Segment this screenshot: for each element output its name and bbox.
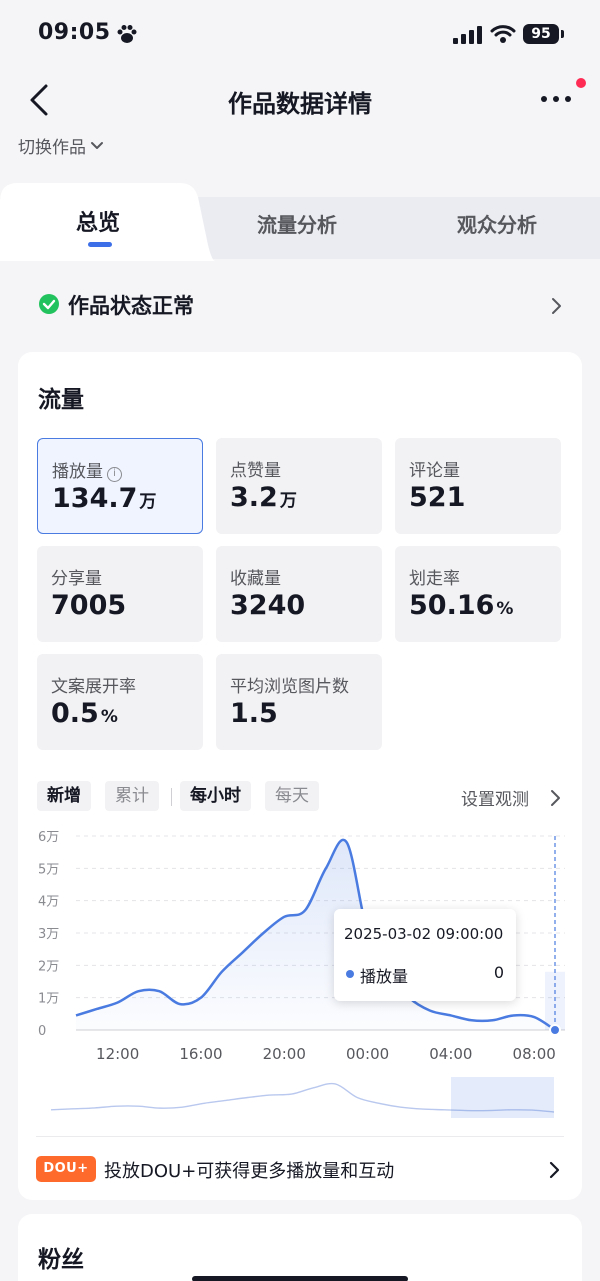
- y-tick-label: 0: [38, 1024, 46, 1039]
- nav-bar: 作品数据详情: [0, 66, 600, 132]
- y-tick-label: 6万: [38, 830, 59, 845]
- tab-overview[interactable]: 总览: [76, 205, 120, 237]
- more-icon[interactable]: [536, 84, 576, 114]
- tab-traffic-analysis[interactable]: 流量分析: [257, 209, 337, 238]
- tab-active-indicator: [88, 242, 112, 247]
- metric-value: 3240: [230, 590, 306, 621]
- signal-icon: [453, 26, 482, 44]
- metric-comments[interactable]: 评论量 521: [395, 438, 561, 534]
- x-tick-label: 00:00: [346, 1045, 389, 1063]
- divider: [36, 1136, 564, 1137]
- fans-card: 粉丝: [18, 1214, 582, 1281]
- metric-label: 点赞量: [230, 461, 281, 481]
- tooltip-value: 0: [493, 963, 504, 982]
- chevron-right-icon[interactable]: [548, 1161, 560, 1179]
- page-title: 作品数据详情: [228, 90, 372, 118]
- traffic-card: 流量 播放量 i 134.7 万 点赞量 3.2 万 评论量 521 分享量 7005…: [18, 352, 582, 1200]
- metric-value: 521: [409, 482, 466, 513]
- metric-value: 50.16%: [409, 590, 514, 621]
- y-tick-label: 5万: [38, 862, 59, 877]
- status-bar: 09:05 95: [0, 0, 600, 66]
- metric-value: 3.2 万: [230, 482, 297, 513]
- y-tick-label: 4万: [38, 895, 59, 910]
- x-tick-label: 12:00: [96, 1045, 139, 1063]
- metric-value: 0.5%: [51, 698, 118, 729]
- fans-card-title: 粉丝: [38, 1247, 84, 1273]
- home-indicator: [192, 1276, 408, 1281]
- tab-audience-analysis[interactable]: 观众分析: [457, 209, 537, 238]
- metric-label: 收藏量: [230, 569, 281, 589]
- metric-swipe-rate[interactable]: 划走率 50.16%: [395, 546, 561, 642]
- notification-dot: [576, 78, 586, 88]
- metric-label: 播放量 i: [52, 457, 122, 482]
- dou-plus-logo: DOU+: [36, 1156, 96, 1182]
- y-tick-label: 2万: [38, 959, 59, 974]
- tooltip-series-name: 播放量: [360, 967, 409, 986]
- chip-daily[interactable]: 每天: [265, 781, 319, 811]
- x-tick-label: 16:00: [179, 1045, 222, 1063]
- metric-favorites[interactable]: 收藏量 3240: [216, 546, 382, 642]
- highlight-point: [549, 1024, 561, 1036]
- dou-plus-promo-link[interactable]: 投放DOU+可获得更多播放量和互动: [104, 1157, 394, 1183]
- x-tick-label: 04:00: [429, 1045, 472, 1063]
- check-circle-icon: [39, 294, 59, 314]
- metric-label: 平均浏览图片数: [230, 677, 349, 697]
- battery-icon: 95: [523, 24, 559, 44]
- chip-separator: [171, 788, 172, 806]
- metric-shares[interactable]: 分享量 7005: [37, 546, 203, 642]
- chevron-right-icon: [551, 790, 560, 806]
- work-status-row[interactable]: 作品状态正常: [0, 270, 600, 342]
- metric-value: 1.5: [230, 698, 278, 729]
- chart-tooltip: 2025-03-02 09:00:00 播放量 0: [334, 909, 516, 1001]
- battery-tip: [561, 30, 564, 38]
- metric-label: 划走率: [409, 569, 460, 589]
- metric-label: 分享量: [51, 569, 102, 589]
- switch-work-dropdown[interactable]: 切换作品: [18, 133, 104, 158]
- metric-value: 134.7 万: [52, 483, 157, 514]
- chip-cumulative[interactable]: 累计: [105, 781, 159, 811]
- tab-bar: 总览 流量分析 观众分析: [0, 183, 600, 261]
- metric-label: 评论量: [409, 461, 460, 481]
- switch-work-label: 切换作品: [18, 138, 86, 158]
- chip-hourly[interactable]: 每小时: [180, 781, 251, 811]
- metric-caption-expand-rate[interactable]: 文案展开率 0.5%: [37, 654, 203, 750]
- chip-new[interactable]: 新增: [37, 781, 91, 811]
- metric-value: 7005: [51, 590, 127, 621]
- overview-window: [451, 1077, 554, 1118]
- work-status-text: 作品状态正常: [68, 294, 194, 318]
- tooltip-series-dot: [346, 970, 354, 978]
- metric-label: 文案展开率: [51, 677, 136, 697]
- metric-likes[interactable]: 点赞量 3.2 万: [216, 438, 382, 534]
- wifi-icon: [490, 25, 516, 43]
- status-time: 09:05: [38, 20, 111, 45]
- y-tick-label: 3万: [38, 927, 59, 942]
- paw-icon: [117, 25, 137, 43]
- info-icon[interactable]: i: [107, 467, 122, 482]
- y-tick-label: 1万: [38, 992, 59, 1007]
- chevron-down-icon: [91, 141, 103, 149]
- metric-plays[interactable]: 播放量 i 134.7 万: [37, 438, 203, 534]
- x-tick-label: 08:00: [513, 1045, 556, 1063]
- x-tick-label: 20:00: [263, 1045, 306, 1063]
- metric-avg-images-viewed[interactable]: 平均浏览图片数 1.5: [216, 654, 382, 750]
- set-observation-link[interactable]: 设置观测: [461, 785, 529, 810]
- traffic-card-title: 流量: [38, 387, 84, 413]
- tooltip-date: 2025-03-02 09:00:00: [344, 925, 504, 943]
- chevron-right-icon: [552, 298, 561, 314]
